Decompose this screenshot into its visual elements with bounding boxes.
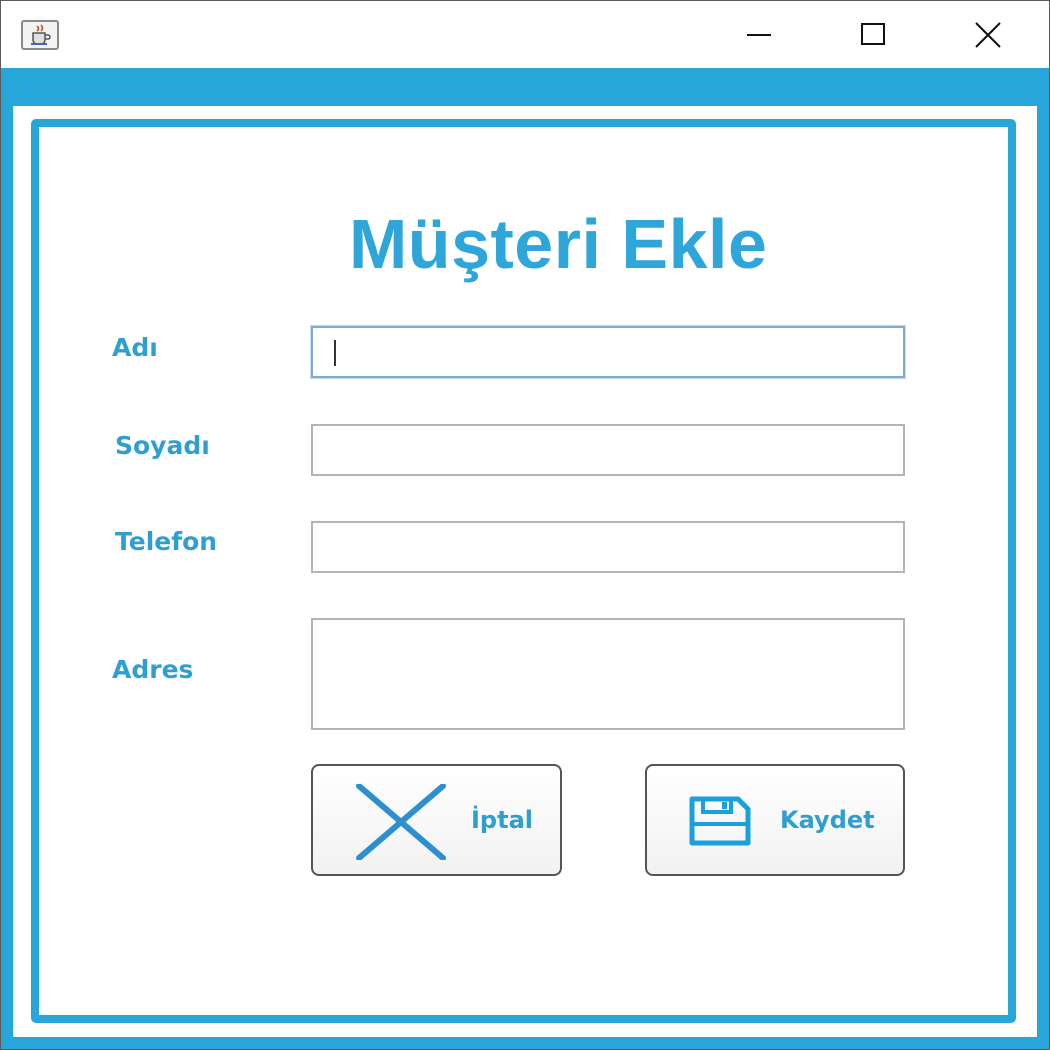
cancel-button-label: İptal [471,806,534,834]
save-button-label: Kaydet [780,806,875,834]
close-button[interactable] [958,13,1018,57]
adi-label: Adı [112,333,158,362]
soyadi-label: Soyadı [115,431,210,460]
floppy-disk-icon [689,796,751,846]
telefon-label: Telefon [115,527,218,556]
telefon-input[interactable] [311,521,905,573]
maximize-button[interactable] [843,13,903,57]
x-cross-icon [356,784,446,860]
save-button[interactable]: Kaydet [645,764,905,876]
minimize-icon [747,34,771,36]
java-cup-icon[interactable] [21,20,59,50]
soyadi-input[interactable] [311,424,905,476]
text-caret [334,340,336,366]
page-title: Müşteri Ekle [349,205,768,283]
app-window: Müşteri Ekle Adı Soyadı Telefon Adres İp… [0,0,1050,1050]
close-icon [975,22,1001,48]
minimize-button[interactable] [729,13,789,57]
cancel-button[interactable]: İptal [311,764,562,876]
adres-label: Adres [112,655,194,684]
adi-input[interactable] [311,326,905,378]
title-bar[interactable] [1,1,1049,68]
maximize-icon [861,23,885,45]
adres-textarea[interactable] [311,618,905,730]
